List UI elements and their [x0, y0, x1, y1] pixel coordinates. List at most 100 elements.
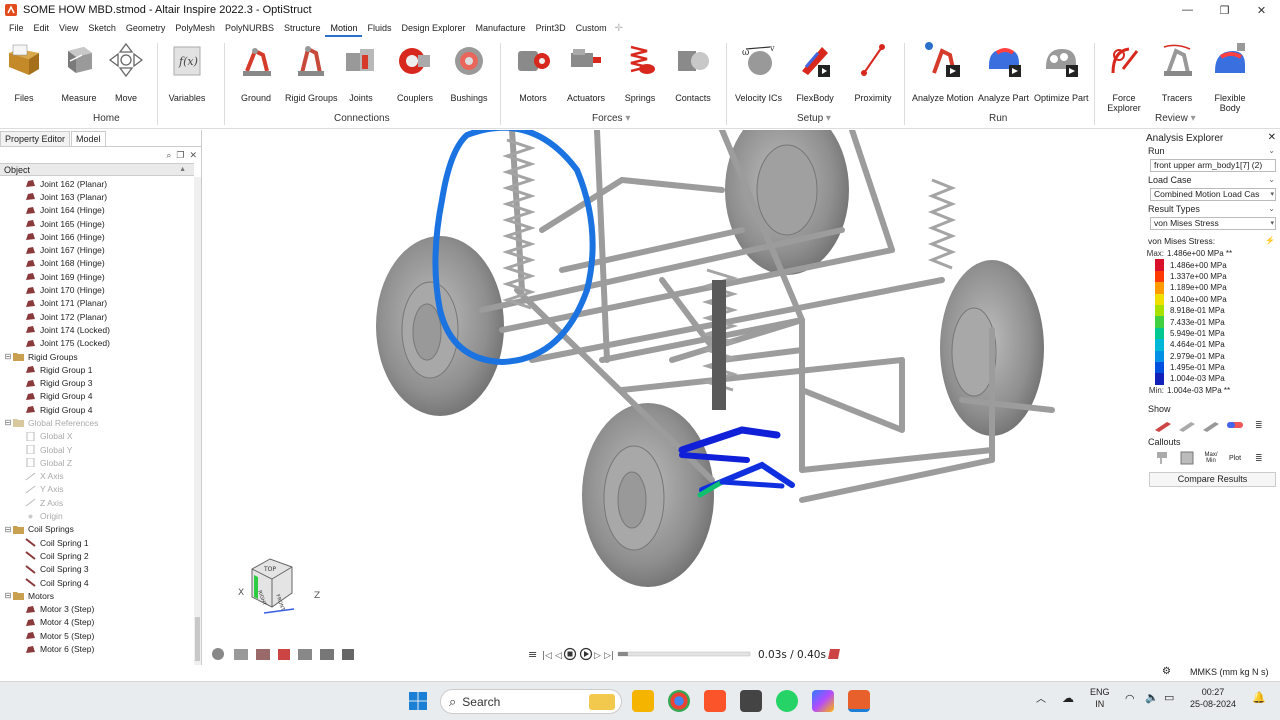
tree-item[interactable]: Global Z [0, 456, 194, 469]
tree-item[interactable]: Motor 5 (Step) [0, 629, 194, 642]
tree-scrollbar[interactable] [194, 177, 201, 665]
tree-item[interactable]: Motor 4 (Step) [0, 616, 194, 629]
tracers-tool[interactable]: Tracers [1158, 41, 1196, 103]
springs-tool[interactable]: Springs [621, 41, 659, 103]
analyze-part-tool[interactable]: Analyze Part [978, 41, 1029, 103]
tree-item[interactable]: Rigid Group 3 [0, 376, 194, 389]
unit-settings-icon[interactable]: ⚙ [1162, 666, 1171, 677]
coil-spring-rear[interactable] [927, 178, 957, 270]
chrome-icon[interactable] [668, 690, 690, 712]
file-explorer-icon[interactable] [632, 690, 654, 712]
files-tool[interactable]: Files [5, 41, 43, 103]
view-cube[interactable]: TOP FRONT RIGHT X Z [238, 558, 320, 614]
store-icon[interactable] [740, 690, 762, 712]
view-section-icon[interactable] [256, 649, 270, 660]
tree-item[interactable]: Joint 172 (Planar) [0, 310, 194, 323]
measure-tool[interactable]: Measure [60, 41, 98, 103]
tree-header[interactable]: Object ▲ [0, 163, 194, 176]
more-options-icon[interactable]: ≣ [1255, 453, 1263, 464]
optimize-part-tool[interactable]: Optimize Part [1034, 41, 1089, 103]
step-forward-icon[interactable]: ▷ [594, 651, 601, 661]
tree-item[interactable]: Motor 3 (Step) [0, 603, 194, 616]
tree-item[interactable]: Joint 162 (Planar) [0, 177, 194, 190]
result-type-select[interactable]: von Mises Stress ▾ [1150, 217, 1276, 230]
group-review[interactable]: Review ▾ [1155, 113, 1196, 124]
tree-item[interactable]: Joint 165 (Hinge) [0, 217, 194, 230]
view-orbit-icon[interactable] [212, 648, 224, 660]
close-icon[interactable]: ✕ [1268, 132, 1276, 143]
skip-start-icon[interactable]: |◁ [542, 651, 552, 661]
brave-icon[interactable] [704, 690, 726, 712]
more-options-icon[interactable]: ≣ [1255, 420, 1263, 431]
menu-structure[interactable]: Structure [279, 20, 326, 37]
taskbar-search[interactable]: ⌕ Search [440, 689, 622, 714]
callout-table-icon[interactable] [1177, 451, 1197, 465]
tab-model[interactable]: Model [71, 131, 106, 146]
cloud-icon[interactable]: ☁ [1062, 692, 1074, 704]
menu-print3d[interactable]: Print3D [531, 20, 571, 37]
tree-folder[interactable]: ⊟ Coil Springs [0, 523, 194, 536]
add-ribbon-icon[interactable]: ✛ [612, 23, 626, 34]
tree-item[interactable]: Global Y [0, 443, 194, 456]
tree-item[interactable]: Rigid Group 4 [0, 390, 194, 403]
wifi-icon[interactable]: ◠ [1125, 693, 1135, 705]
menu-icon[interactable]: ≡ [528, 648, 537, 661]
altair-taskbar-icon[interactable] [848, 690, 870, 712]
run-field[interactable]: front upper arm_body1[7] (2) [1150, 159, 1276, 172]
view-camera-icon[interactable] [320, 649, 334, 660]
battery-icon[interactable]: ▭ [1164, 692, 1174, 704]
menu-fluids[interactable]: Fluids [362, 20, 396, 37]
callout-plot-button[interactable]: Plot [1225, 455, 1245, 462]
flexbody-tool[interactable]: FlexBody [796, 41, 834, 103]
menu-polymesh[interactable]: PolyMesh [170, 20, 220, 37]
load-case-section[interactable]: Load Case ⌄ [1143, 175, 1280, 187]
menu-custom[interactable]: Custom [571, 20, 612, 37]
copilot-icon[interactable] [812, 690, 834, 712]
scrollbar-thumb[interactable] [195, 617, 200, 661]
close-icon[interactable]: ✕ [189, 150, 197, 161]
tab-property-editor[interactable]: Property Editor [0, 131, 71, 146]
rigid-groups-tool[interactable]: Rigid Groups [285, 41, 338, 103]
tree-item[interactable]: Joint 175 (Locked) [0, 337, 194, 350]
front-right-tire[interactable] [582, 403, 714, 587]
run-section[interactable]: Run ⌄ [1143, 146, 1280, 158]
tree-item[interactable]: Origin [0, 509, 194, 522]
result-types-section[interactable]: Result Types ⌄ [1143, 204, 1280, 216]
pin-icon[interactable]: ⚡ [1265, 236, 1275, 245]
view-box-icon[interactable] [342, 649, 354, 660]
load-case-select[interactable]: Combined Motion Load Cas ▾ [1150, 188, 1276, 201]
maximize-button[interactable]: ❐ [1206, 0, 1243, 20]
proximity-tool[interactable]: Proximity [854, 41, 892, 103]
collapse-icon[interactable]: ⊟ [3, 525, 13, 534]
tree-item[interactable]: Coil Spring 4 [0, 576, 194, 589]
tree-item[interactable]: Joint 169 (Hinge) [0, 270, 194, 283]
actuators-tool[interactable]: Actuators [567, 41, 605, 103]
search-icon[interactable]: ⌕ [166, 150, 171, 161]
tree-item[interactable]: Y Axis [0, 483, 194, 496]
tree-folder[interactable]: ⊟ Global References [0, 416, 194, 429]
menu-design-explorer[interactable]: Design Explorer [397, 20, 471, 37]
tree-item[interactable]: Joint 167 (Hinge) [0, 243, 194, 256]
collapse-icon[interactable]: ⊟ [3, 352, 13, 361]
menu-polynurbs[interactable]: PolyNURBS [220, 20, 279, 37]
couplers-tool[interactable]: Couplers [396, 41, 434, 103]
show-contour-icon[interactable] [1201, 418, 1221, 433]
tree-item[interactable]: Joint 164 (Hinge) [0, 204, 194, 217]
volume-icon[interactable]: 🔈 [1145, 692, 1159, 704]
force-explorer-tool[interactable]: Force Explorer [1105, 41, 1143, 113]
skip-end-icon[interactable]: ▷| [604, 651, 614, 661]
tree-folder[interactable]: ⊟ Motors [0, 589, 194, 602]
language-indicator[interactable]: ENG IN [1090, 686, 1110, 710]
callout-maxmin-button[interactable]: Max/Min [1201, 452, 1221, 464]
menu-motion[interactable]: Motion [325, 20, 363, 37]
stress-legend[interactable]: 1.486e+00 MPa 1.337e+00 MPa 1.189e+00 MPa 1… [1143, 259, 1280, 385]
tree-item[interactable]: Coil Spring 3 [0, 563, 194, 576]
units-selector[interactable]: MMKS (mm kg N s) [1190, 667, 1269, 677]
3d-viewport[interactable]: TOP FRONT RIGHT X Z ≡ |◁ ◁ ▷ ▷| 0.03s / … [202, 130, 1142, 665]
tree-item[interactable]: X Axis [0, 470, 194, 483]
view-shade-icon[interactable] [298, 649, 312, 660]
tree-item[interactable]: Global X [0, 430, 194, 443]
move-tool[interactable]: Move [107, 41, 145, 103]
show-deformed-icon[interactable] [1153, 418, 1173, 433]
motors-tool[interactable]: Motors [514, 41, 552, 103]
